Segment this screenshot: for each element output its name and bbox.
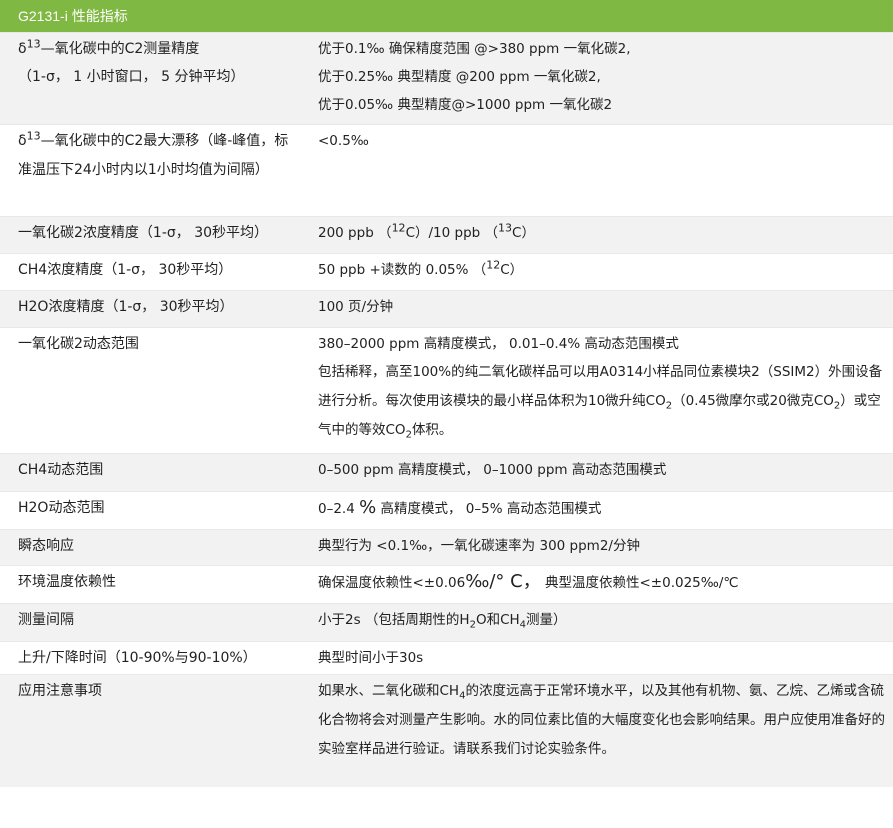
row-label: 瞬态响应 <box>0 529 300 566</box>
table-row: 一氧化碳2浓度精度（1-σ， 30秒平均） 200 ppb （12C）/10 p… <box>0 216 893 254</box>
label-text: —氧化碳中的C2测量精度 <box>40 41 200 57</box>
row-value: 50 ppb +读数的 0.05% （12C） <box>300 253 893 291</box>
value-text: 体积。 <box>411 422 453 438</box>
row-value: 典型行为 <0.1‰，一氧化碳速率为 300 ppm2/分钟 <box>300 529 893 566</box>
table-row: 上升/下降时间（10-90%与90-10%） 典型时间小于30s <box>0 641 893 675</box>
row-value: 小于2s （包括周期性的H2O和CH4测量） <box>300 603 893 642</box>
table-row: 环境温度依赖性 确保温度依赖性<±0.06‰/° C， 典型温度依赖性<±0.0… <box>0 565 893 604</box>
row-label: H2O浓度精度（1-σ， 30秒平均） <box>0 290 300 328</box>
superscript: 12 <box>486 258 501 272</box>
row-value: 优于0.1‰ 确保精度范围 @>380 ppm 一氧化碳2, 优于0.25‰ 典… <box>300 32 893 125</box>
table-row: H2O动态范围 0–2.4 % 高精度模式， 0–5% 高动态范围模式 <box>0 491 893 530</box>
value-text: 200 ppb （ <box>318 225 392 241</box>
value-text: <0.5‰ <box>318 133 369 149</box>
row-label: H2O动态范围 <box>0 491 300 530</box>
row-label: δ13—氧化碳中的C2测量精度 （1-σ， 1 小时窗口， 5 分钟平均） <box>0 32 300 125</box>
value-text: 优于0.1‰ 确保精度范围 @>380 ppm 一氧化碳2, <box>318 41 631 57</box>
value-text: 50 ppb +读数的 0.05% （ <box>318 262 487 278</box>
label-text: —氧化碳中的C2最大漂移（峰-峰值，标准温压下24小时内以1小时均值为间隔） <box>18 133 289 178</box>
row-value: <0.5‰ <box>300 124 893 217</box>
table-row: 一氧化碳2动态范围 380–2000 ppm 高精度模式， 0.01–0.4% … <box>0 327 893 454</box>
superscript: 13 <box>498 221 513 235</box>
value-text: 典型温度依赖性<±0.025‰/℃ <box>540 575 739 591</box>
table-row: 测量间隔 小于2s （包括周期性的H2O和CH4测量） <box>0 603 893 642</box>
row-label: CH4浓度精度（1-σ， 30秒平均） <box>0 253 300 291</box>
label-text: δ <box>18 133 27 149</box>
value-text: 380–2000 ppm 高精度模式， 0.01–0.4% 高动态范围模式 <box>318 336 679 352</box>
value-text: 确保温度依赖性<±0.06 <box>318 575 466 591</box>
value-text: （0.45微摩尔或20微克CO <box>672 393 834 409</box>
value-text: 0–2.4 <box>318 501 360 517</box>
table-row: 应用注意事项 如果水、二氧化碳和CH4的浓度远高于正常环境水平，以及其他有机物、… <box>0 674 893 787</box>
spec-table: G2131-i 性能指标 δ13—氧化碳中的C2测量精度 （1-σ， 1 小时窗… <box>0 0 893 787</box>
table-row: CH4动态范围 0–500 ppm 高精度模式， 0–1000 ppm 高动态范… <box>0 453 893 492</box>
table-row: H2O浓度精度（1-σ， 30秒平均） 100 页/分钟 <box>0 290 893 328</box>
row-value: 380–2000 ppm 高精度模式， 0.01–0.4% 高动态范围模式 包括… <box>300 327 893 454</box>
value-text: 优于0.05‰ 典型精度@>1000 ppm 一氧化碳2 <box>318 97 613 113</box>
table-row: CH4浓度精度（1-σ， 30秒平均） 50 ppb +读数的 0.05% （1… <box>0 253 893 291</box>
row-value: 典型时间小于30s <box>300 641 893 675</box>
value-text: O和CH <box>475 612 520 628</box>
row-value: 确保温度依赖性<±0.06‰/° C， 典型温度依赖性<±0.025‰/℃ <box>300 565 893 604</box>
row-label: 一氧化碳2浓度精度（1-σ， 30秒平均） <box>0 216 300 254</box>
row-label: 环境温度依赖性 <box>0 565 300 604</box>
table-title: G2131-i 性能指标 <box>0 0 893 33</box>
row-value: 0–2.4 % 高精度模式， 0–5% 高动态范围模式 <box>300 491 893 530</box>
table-row: δ13—氧化碳中的C2最大漂移（峰-峰值，标准温压下24小时内以1小时均值为间隔… <box>0 124 893 217</box>
row-value: 0–500 ppm 高精度模式， 0–1000 ppm 高动态范围模式 <box>300 453 893 492</box>
superscript: 13 <box>26 37 41 51</box>
value-text: C）/10 ppb （ <box>405 225 499 241</box>
row-label: δ13—氧化碳中的C2最大漂移（峰-峰值，标准温压下24小时内以1小时均值为间隔… <box>0 124 300 217</box>
table-header-row: G2131-i 性能指标 <box>0 0 893 33</box>
value-text: ‰/° C， <box>465 571 541 592</box>
row-value: 如果水、二氧化碳和CH4的浓度远高于正常环境水平，以及其他有机物、氨、乙烷、乙烯… <box>300 674 893 787</box>
row-label: 一氧化碳2动态范围 <box>0 327 300 454</box>
value-text: 如果水、二氧化碳和CH <box>318 683 460 699</box>
table-row: 瞬态响应 典型行为 <0.1‰，一氧化碳速率为 300 ppm2/分钟 <box>0 529 893 566</box>
table-row: δ13—氧化碳中的C2测量精度 （1-σ， 1 小时窗口， 5 分钟平均） 优于… <box>0 32 893 125</box>
value-text: 小于2s （包括周期性的H <box>318 612 470 628</box>
row-value: 200 ppb （12C）/10 ppb （13C） <box>300 216 893 254</box>
value-text: % <box>359 497 377 518</box>
value-text: C） <box>512 225 535 241</box>
row-value: 100 页/分钟 <box>300 290 893 328</box>
row-label: 应用注意事项 <box>0 674 300 787</box>
value-text: 高精度模式， 0–5% 高动态范围模式 <box>376 501 602 517</box>
row-label: 上升/下降时间（10-90%与90-10%） <box>0 641 300 675</box>
row-label: CH4动态范围 <box>0 453 300 492</box>
value-text: 测量） <box>526 612 567 628</box>
superscript: 12 <box>391 221 406 235</box>
label-text: （1-σ， 1 小时窗口， 5 分钟平均） <box>18 69 245 85</box>
superscript: 13 <box>26 129 41 143</box>
value-text: C） <box>500 262 524 278</box>
value-text: 优于0.25‰ 典型精度 @200 ppm 一氧化碳2, <box>318 69 601 85</box>
label-text: δ <box>18 41 27 57</box>
row-label: 测量间隔 <box>0 603 300 642</box>
